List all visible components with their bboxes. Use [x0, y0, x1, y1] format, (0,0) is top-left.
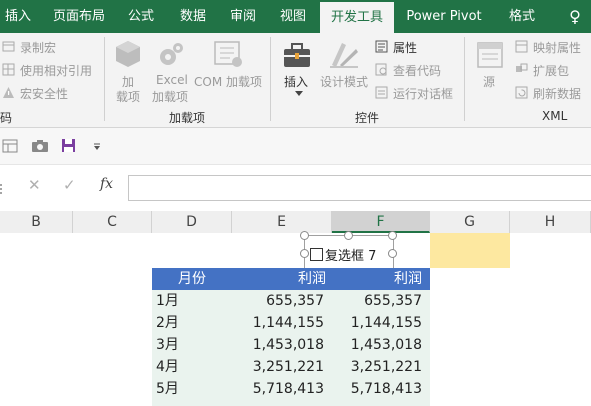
group-separator: [270, 37, 271, 121]
tab-review[interactable]: 审阅: [222, 0, 264, 33]
view-code-button[interactable]: 查看代码: [393, 62, 441, 79]
design-mode-button[interactable]: 设计模式: [320, 73, 368, 90]
run-dialog-icon: [375, 86, 388, 99]
ribbon-tab-bar: 插入 页面布局 公式 数据 审阅 视图 开发工具 Power Pivot 格式 …: [0, 0, 591, 33]
table-cell-profit[interactable]: 1,144,155: [232, 312, 332, 334]
relative-reference-icon: [2, 63, 15, 76]
table-header-profit-e: 利润: [232, 268, 332, 290]
properties-icon: [375, 40, 388, 53]
save-icon[interactable]: [61, 138, 76, 153]
column-header-g[interactable]: G: [430, 211, 510, 233]
table-cell-profit[interactable]: 1,453,018: [332, 334, 430, 356]
checkbox-label[interactable]: 复选框 7: [325, 245, 376, 264]
table-row-partial: [152, 400, 430, 406]
macro-security-button[interactable]: 宏安全性: [20, 85, 68, 102]
insert-function-icon[interactable]: fx: [100, 176, 113, 192]
table-header-profit-f: 利润: [332, 268, 430, 290]
column-header-h[interactable]: H: [510, 211, 591, 233]
resize-handle[interactable]: [300, 249, 309, 258]
table-cell-profit[interactable]: 1,453,018: [232, 334, 332, 356]
expansion-pack-button[interactable]: 扩展包: [533, 62, 569, 79]
formula-bar: ✕ ✓ fx: [0, 165, 591, 212]
ribbon-developer: 录制宏 使用相对引用 宏安全性 码 加 载项 Excel 加载项 COM 加载项…: [0, 33, 591, 128]
xml-source-icon: [477, 42, 503, 68]
group-separator: [464, 37, 465, 121]
toolbox-icon: [284, 43, 310, 67]
map-properties-icon: [515, 40, 528, 53]
chevron-down-icon[interactable]: [295, 91, 303, 97]
column-header-d[interactable]: D: [152, 211, 232, 233]
tab-formulas[interactable]: 公式: [118, 0, 164, 33]
record-macro-icon: [2, 41, 15, 52]
formula-input[interactable]: [128, 175, 591, 201]
record-macro-button[interactable]: 录制宏: [20, 39, 56, 56]
controls-group-label: 控件: [355, 111, 380, 125]
xml-group-label: XML: [542, 109, 568, 123]
addins-icon: [116, 41, 140, 67]
tab-developer[interactable]: 开发工具: [320, 2, 394, 33]
com-addins-icon: [214, 41, 242, 67]
quick-access-toolbar: [0, 128, 591, 165]
excel-addins-label-1[interactable]: Excel: [156, 73, 188, 87]
map-properties-button[interactable]: 映射属性: [533, 39, 581, 56]
table-cell-profit[interactable]: 3,251,221: [232, 356, 332, 378]
tab-data[interactable]: 数据: [170, 0, 216, 33]
com-addins-button[interactable]: COM 加载项: [194, 73, 262, 90]
run-dialog-button[interactable]: 运行对话框: [393, 85, 453, 102]
warning-icon: [3, 87, 14, 98]
tab-view[interactable]: 视图: [270, 0, 316, 33]
tell-me-icon[interactable]: ♀: [560, 0, 590, 33]
tab-format[interactable]: 格式: [500, 0, 544, 33]
form-icon[interactable]: [2, 139, 18, 153]
customize-qat-chevron-icon[interactable]: [93, 143, 101, 151]
camera-icon[interactable]: [31, 139, 49, 153]
column-header-c[interactable]: C: [73, 211, 152, 233]
table-cell-month[interactable]: 5月: [152, 378, 232, 400]
tab-power-pivot[interactable]: Power Pivot: [398, 0, 490, 33]
table-cell-month[interactable]: 4月: [152, 356, 232, 378]
checkbox-box[interactable]: [310, 248, 323, 261]
excel-addins-label-2[interactable]: 加载项: [152, 88, 188, 105]
table-cell-profit[interactable]: 655,357: [232, 290, 332, 312]
table-cell-profit[interactable]: 1,144,155: [332, 312, 430, 334]
addins-group-label: 加载项: [169, 111, 206, 125]
expansion-pack-icon: [516, 63, 528, 72]
excel-addins-gear-icon: [160, 43, 183, 65]
table-cell-profit[interactable]: 3,251,221: [332, 356, 430, 378]
refresh-data-button[interactable]: 刷新数据: [533, 85, 581, 102]
tab-page-layout[interactable]: 页面布局: [44, 0, 114, 33]
table-cell-month[interactable]: 3月: [152, 334, 232, 356]
refresh-data-icon: [515, 86, 528, 99]
table-header-month: 月份: [152, 268, 232, 290]
table-cell-month[interactable]: 2月: [152, 312, 232, 334]
insert-control-button[interactable]: 插入: [284, 73, 308, 90]
column-header-f[interactable]: F: [332, 211, 430, 233]
design-mode-icon: [330, 43, 358, 68]
xml-source-button[interactable]: 源: [483, 73, 495, 90]
table-cell-profit[interactable]: 5,718,413: [232, 378, 332, 400]
group-separator: [104, 37, 105, 121]
table-cell-profit[interactable]: 655,357: [332, 290, 430, 312]
confirm-icon[interactable]: ✓: [63, 176, 76, 194]
cancel-icon[interactable]: ✕: [28, 176, 41, 194]
properties-button[interactable]: 属性: [393, 39, 417, 56]
resize-handle[interactable]: [300, 231, 309, 240]
view-code-icon: [375, 63, 387, 76]
column-header-b[interactable]: B: [0, 211, 73, 233]
table-cell-month[interactable]: 1月: [152, 290, 232, 312]
name-box-edge[interactable]: [0, 179, 4, 197]
table-cell-profit[interactable]: 5,718,413: [332, 378, 430, 400]
code-group-label: 码: [0, 111, 13, 125]
relative-reference-button[interactable]: 使用相对引用: [20, 62, 92, 79]
resize-handle[interactable]: [344, 231, 353, 240]
tab-insert[interactable]: 插入: [0, 0, 36, 33]
column-header-e[interactable]: E: [232, 211, 332, 233]
resize-handle[interactable]: [388, 231, 397, 240]
addins-label-2[interactable]: 载项: [116, 88, 140, 105]
highlighted-cell[interactable]: [430, 233, 510, 268]
column-headers: B C D E F G H: [0, 211, 591, 234]
resize-handle[interactable]: [388, 249, 397, 258]
